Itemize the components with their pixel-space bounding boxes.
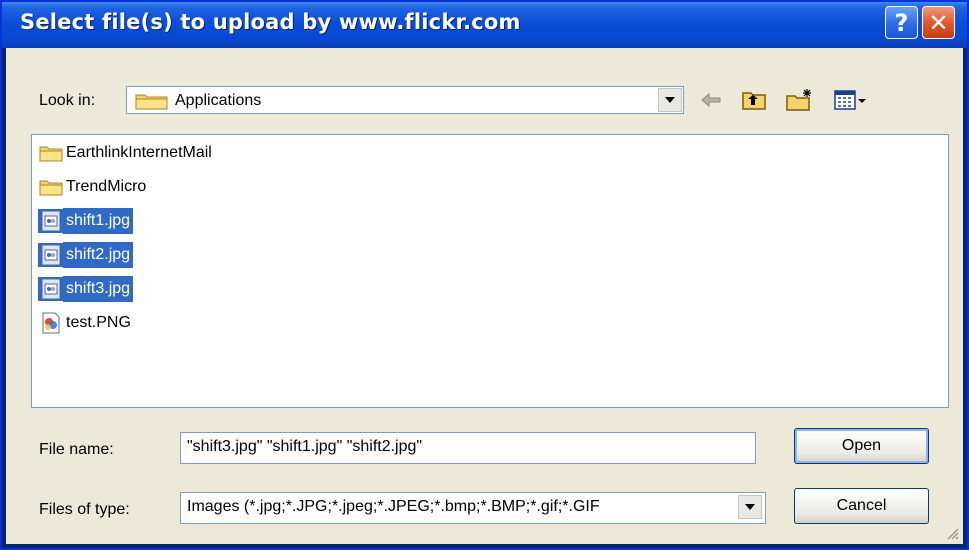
file-type-value: Images (*.jpg;*.JPG;*.jpeg;*.JPEG;*.bmp;… <box>187 498 600 515</box>
jpg-file-icon <box>38 209 63 233</box>
file-name: test.PNG <box>66 314 131 331</box>
chevron-down-icon <box>745 504 755 510</box>
file-item[interactable]: test.PNG <box>38 309 134 337</box>
close-icon: ✕ <box>928 8 949 37</box>
file-dialog: Select file(s) to upload by www.flickr.c… <box>0 0 969 550</box>
title-bar[interactable]: Select file(s) to upload by www.flickr.c… <box>2 2 967 48</box>
back-arrow-icon[interactable] <box>698 86 724 114</box>
close-button[interactable]: ✕ <box>922 6 955 39</box>
jpg-file-icon <box>38 277 63 301</box>
up-folder-icon[interactable] <box>739 86 769 114</box>
look-in-label: Look in: <box>39 92 96 109</box>
file-item[interactable]: TrendMicro <box>38 173 149 201</box>
resize-grip-icon[interactable] <box>945 526 959 540</box>
png-file-icon <box>38 311 63 335</box>
file-name: TrendMicro <box>66 178 147 195</box>
chevron-down-icon <box>665 97 675 103</box>
folder-icon <box>135 92 169 114</box>
file-name: shift1.jpg <box>63 208 134 234</box>
look-in-value: Applications <box>175 92 262 109</box>
file-item[interactable]: shift2.jpg <box>38 241 134 269</box>
file-item[interactable]: EarthlinkInternetMail <box>38 139 215 167</box>
file-name-label: File name: <box>39 441 114 458</box>
file-type-dropdown-button[interactable] <box>738 495 762 519</box>
window-title: Select file(s) to upload by www.flickr.c… <box>20 10 521 34</box>
jpg-file-icon <box>38 243 63 267</box>
file-name: EarthlinkInternetMail <box>66 144 212 161</box>
look-in-dropdown-button[interactable] <box>658 88 682 112</box>
cancel-button[interactable]: Cancel <box>794 488 929 524</box>
file-name: shift3.jpg <box>63 276 134 302</box>
file-item[interactable]: shift1.jpg <box>38 207 134 235</box>
file-name: shift2.jpg <box>63 242 134 268</box>
look-in-combo[interactable]: Applications <box>126 86 684 114</box>
file-item[interactable]: shift3.jpg <box>38 275 134 303</box>
file-name-input[interactable]: "shift3.jpg" "shift1.jpg" "shift2.jpg" <box>180 432 756 464</box>
file-list[interactable]: EarthlinkInternetMail TrendMicro shift1.jp… <box>31 134 949 408</box>
folder-icon <box>38 141 63 165</box>
view-menu-icon[interactable] <box>832 86 868 114</box>
dialog-body: Look in: Applications EarthlinkInternetM… <box>6 48 963 544</box>
file-type-label: Files of type: <box>39 501 130 518</box>
help-button[interactable]: ? <box>885 6 918 39</box>
new-folder-icon[interactable] <box>784 86 816 114</box>
open-button[interactable]: Open <box>794 428 929 464</box>
help-icon: ? <box>894 8 909 37</box>
file-type-select[interactable]: Images (*.jpg;*.JPG;*.jpeg;*.JPEG;*.bmp;… <box>180 492 766 524</box>
folder-icon <box>38 175 63 199</box>
